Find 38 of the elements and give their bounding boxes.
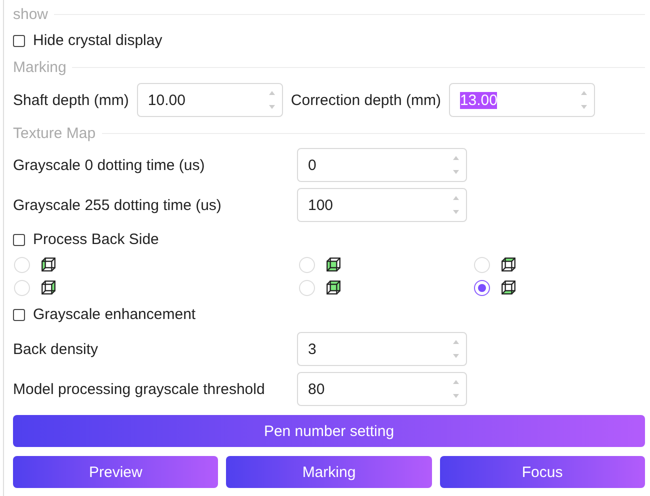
cube-icon [500,279,517,296]
spinner-icon[interactable] [452,378,460,400]
field-label: Shaft depth (mm) [13,92,129,108]
field-label: Correction depth (mm) [290,92,441,108]
action-button[interactable]: Focus [440,456,645,488]
action-button[interactable]: Preview [13,456,218,488]
cube-icon [325,256,342,273]
input-field[interactable]: 80 [297,372,467,406]
input-field[interactable]: 100 [297,188,467,222]
cube-icon [325,279,342,296]
spinner-icon[interactable] [452,154,460,176]
field-label: Grayscale 0 dotting time (us) [13,156,206,174]
checkbox[interactable] [13,234,25,246]
cube-icon [500,256,517,273]
cube-icon [40,256,57,273]
input-field[interactable]: 13.00 [448,83,595,117]
checkbox-label: Grayscale enhancement [33,306,196,323]
section-legend: show [13,6,48,22]
cube-icon [40,279,57,296]
field-label: Model processing grayscale threshold [13,380,266,398]
spinner-icon[interactable] [580,89,588,111]
input-field[interactable]: 3 [297,332,467,366]
checkbox-label: Process Back Side [33,231,159,248]
action-button[interactable]: Marking [226,456,432,488]
input-field[interactable]: 0 [297,148,467,182]
field-label: Back density [13,340,100,358]
spinner-icon[interactable] [452,338,460,360]
checkbox[interactable] [13,34,25,46]
spinner-icon[interactable] [268,89,276,111]
input-field[interactable]: 10.00 [136,83,283,117]
section-legend: Texture Map [13,124,96,142]
section-legend: Marking [13,58,66,76]
checkbox-label: Hide crystal display [33,32,162,49]
spinner-icon[interactable] [452,194,460,216]
checkbox[interactable] [13,308,25,320]
pen-number-button[interactable]: Pen number setting [13,415,645,447]
field-label: Grayscale 255 dotting time (us) [13,196,222,214]
radio-button[interactable] [474,280,490,296]
